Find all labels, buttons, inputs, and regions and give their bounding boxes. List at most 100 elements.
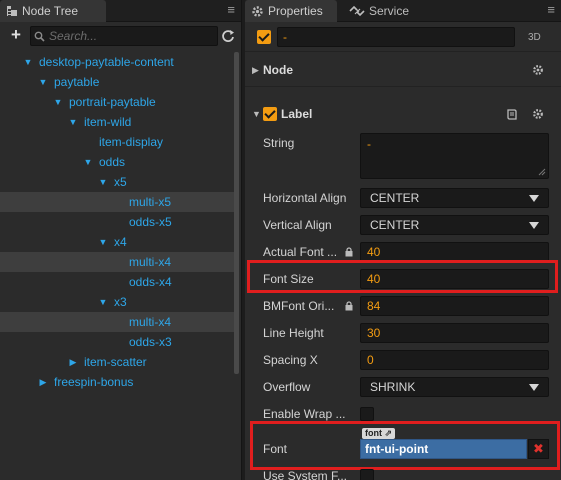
tree-item-item-wild[interactable]: ▼ item-wild — [0, 112, 235, 132]
section-divider — [245, 86, 561, 87]
collapse-arrow-icon[interactable]: ▼ — [23, 52, 33, 72]
collapse-arrow-icon[interactable]: ▼ — [68, 112, 78, 132]
tab-node-tree[interactable]: Node Tree — [0, 0, 106, 22]
string-textarea[interactable]: - — [360, 133, 549, 179]
tree-item-portrait-paytable[interactable]: ▼ portrait-paytable — [0, 92, 235, 112]
expand-arrow-icon[interactable]: ▶ — [38, 372, 48, 392]
node-section: ▶ Node — [245, 57, 561, 83]
line-height-input[interactable]: 30 — [360, 323, 549, 343]
tree-item-label: odds-x5 — [129, 215, 172, 229]
lock-icon — [345, 301, 353, 311]
tree-item-odds-x4[interactable]: odds-x4 — [0, 272, 235, 292]
collapse-arrow-icon[interactable]: ▼ — [98, 292, 108, 312]
prop-string: String - — [245, 132, 561, 182]
lock-icon — [345, 247, 353, 257]
tree-item-label: item-wild — [84, 115, 132, 129]
tab-service[interactable]: Service — [343, 0, 423, 22]
tree-item-x3[interactable]: ▼ x3 — [0, 292, 235, 312]
node-search-input[interactable] — [49, 29, 209, 43]
book-icon[interactable] — [506, 108, 518, 120]
collapse-arrow-icon[interactable]: ▼ — [98, 232, 108, 252]
add-node-button[interactable]: + — [8, 26, 24, 44]
spacing-x-input[interactable]: 0 — [360, 350, 549, 370]
badge-3d[interactable]: 3D — [528, 32, 541, 43]
prop-bmfont-label: BMFont Ori... — [263, 299, 335, 313]
tree-item-label: portrait-paytable — [69, 95, 156, 109]
tree-item-item-display[interactable]: item-display — [0, 132, 235, 152]
tree-item-item-scatter[interactable]: ▶ item-scatter — [0, 352, 235, 372]
tree-item-x4[interactable]: ▼ x4 — [0, 232, 235, 252]
service-icon — [349, 5, 365, 17]
prop-vertical-align: Vertical Align CENTER — [245, 214, 561, 236]
tree-item-label: paytable — [54, 75, 100, 89]
tree-item-paytable[interactable]: ▼ paytable — [0, 72, 235, 92]
actual-font-size-field: 40 — [360, 242, 549, 262]
prop-spacing-x-label: Spacing X — [263, 353, 318, 367]
label-settings-gear-icon[interactable] — [532, 108, 544, 120]
use-system-font-checkbox[interactable] — [360, 469, 374, 480]
node-tree-menu-icon[interactable]: ≡ — [227, 3, 235, 17]
tree-item-odds-x5[interactable]: odds-x5 — [0, 212, 235, 232]
tree-item-odds[interactable]: ▼ odds — [0, 152, 235, 172]
tree-item-desktop-paytable-content[interactable]: ▼ desktop-paytable-content — [0, 52, 235, 72]
node-settings-gear-icon[interactable] — [532, 64, 544, 76]
properties-tabbar: Properties Service ≡ — [245, 0, 561, 22]
tree-item-label: desktop-paytable-content — [39, 55, 174, 69]
collapse-arrow-icon[interactable]: ▼ — [83, 152, 93, 172]
chevron-down-icon — [529, 384, 539, 391]
tree-item-label: x4 — [114, 235, 127, 249]
tree-item-freespin-bonus[interactable]: ▶ freespin-bonus — [0, 372, 235, 392]
chevron-down-icon — [529, 222, 539, 229]
collapse-arrow-icon[interactable]: ▼ — [98, 172, 108, 192]
tab-service-label: Service — [369, 4, 410, 18]
label-section-header[interactable]: ▼ Label — [245, 101, 561, 127]
gear-icon — [252, 5, 263, 17]
tree-item-label: item-display — [99, 135, 164, 149]
collapse-arrow-icon[interactable]: ▼ — [38, 72, 48, 92]
overflow-select[interactable]: SHRINK — [360, 377, 549, 397]
expand-arrow-icon[interactable]: ▶ — [68, 352, 78, 372]
tree-item-multi-x4[interactable]: multi-x4 — [0, 312, 235, 332]
tree-item-label: item-scatter — [84, 355, 147, 369]
node-tree-scrollbar[interactable] — [234, 52, 239, 374]
tree-item-odds-x3[interactable]: odds-x3 — [0, 332, 235, 352]
prop-use-system-font-label: Use System F... — [263, 469, 348, 480]
tree-item-label: x3 — [114, 295, 127, 309]
prop-bmfont-original-size: BMFont Ori... 84 — [245, 295, 561, 317]
prop-h-align-label: Horizontal Align — [263, 191, 347, 205]
resize-handle-icon[interactable] — [538, 168, 546, 176]
properties-panel: Properties Service ≡ - 3D ▶ Node ▼ Label… — [245, 0, 561, 480]
enable-wrap-checkbox[interactable] — [360, 407, 374, 421]
horizontal-align-select[interactable]: CENTER — [360, 188, 549, 208]
font-size-highlight — [247, 260, 558, 293]
refresh-icon[interactable] — [221, 29, 235, 43]
label-enabled-checkbox[interactable] — [263, 107, 277, 121]
properties-menu-icon[interactable]: ≡ — [547, 3, 555, 17]
prop-overflow: Overflow SHRINK — [245, 376, 561, 398]
label-section-title: Label — [281, 107, 313, 121]
node-tree-tabbar: Node Tree ≡ — [0, 0, 241, 22]
prop-overflow-label: Overflow — [263, 380, 311, 394]
tree-item-label: multi-x4 — [129, 255, 172, 269]
prop-spacing-x: Spacing X 0 — [245, 349, 561, 371]
collapse-arrow-icon[interactable]: ▼ — [53, 92, 63, 112]
node-name-input[interactable]: - — [277, 27, 515, 47]
prop-v-align-label: Vertical Align — [263, 218, 332, 232]
node-tree-panel: Node Tree ≡ + ▼desktop-paytable-content▼… — [0, 0, 242, 480]
node-search-box[interactable] — [30, 26, 218, 46]
tab-properties[interactable]: Properties — [245, 0, 337, 22]
tree-item-multi-x4[interactable]: multi-x4 — [0, 252, 235, 272]
tree-item-label: odds-x3 — [129, 335, 172, 349]
bmfont-original-size-field: 84 — [360, 296, 549, 316]
tab-node-tree-label: Node Tree — [22, 4, 79, 18]
vertical-align-select[interactable]: CENTER — [360, 215, 549, 235]
tree-item-x5[interactable]: ▼ x5 — [0, 172, 235, 192]
node-section-header[interactable]: ▶ Node — [245, 57, 561, 83]
tree-item-multi-x5[interactable]: multi-x5 — [0, 192, 235, 212]
search-icon — [34, 31, 45, 42]
node-active-checkbox[interactable] — [257, 30, 271, 44]
expand-arrow-icon: ▶ — [252, 65, 259, 75]
label-section: ▼ Label — [245, 101, 561, 127]
v-align-value: CENTER — [370, 218, 420, 232]
node-tree-list: ▼ desktop-paytable-content ▼ paytable ▼ portr… — [0, 52, 235, 392]
